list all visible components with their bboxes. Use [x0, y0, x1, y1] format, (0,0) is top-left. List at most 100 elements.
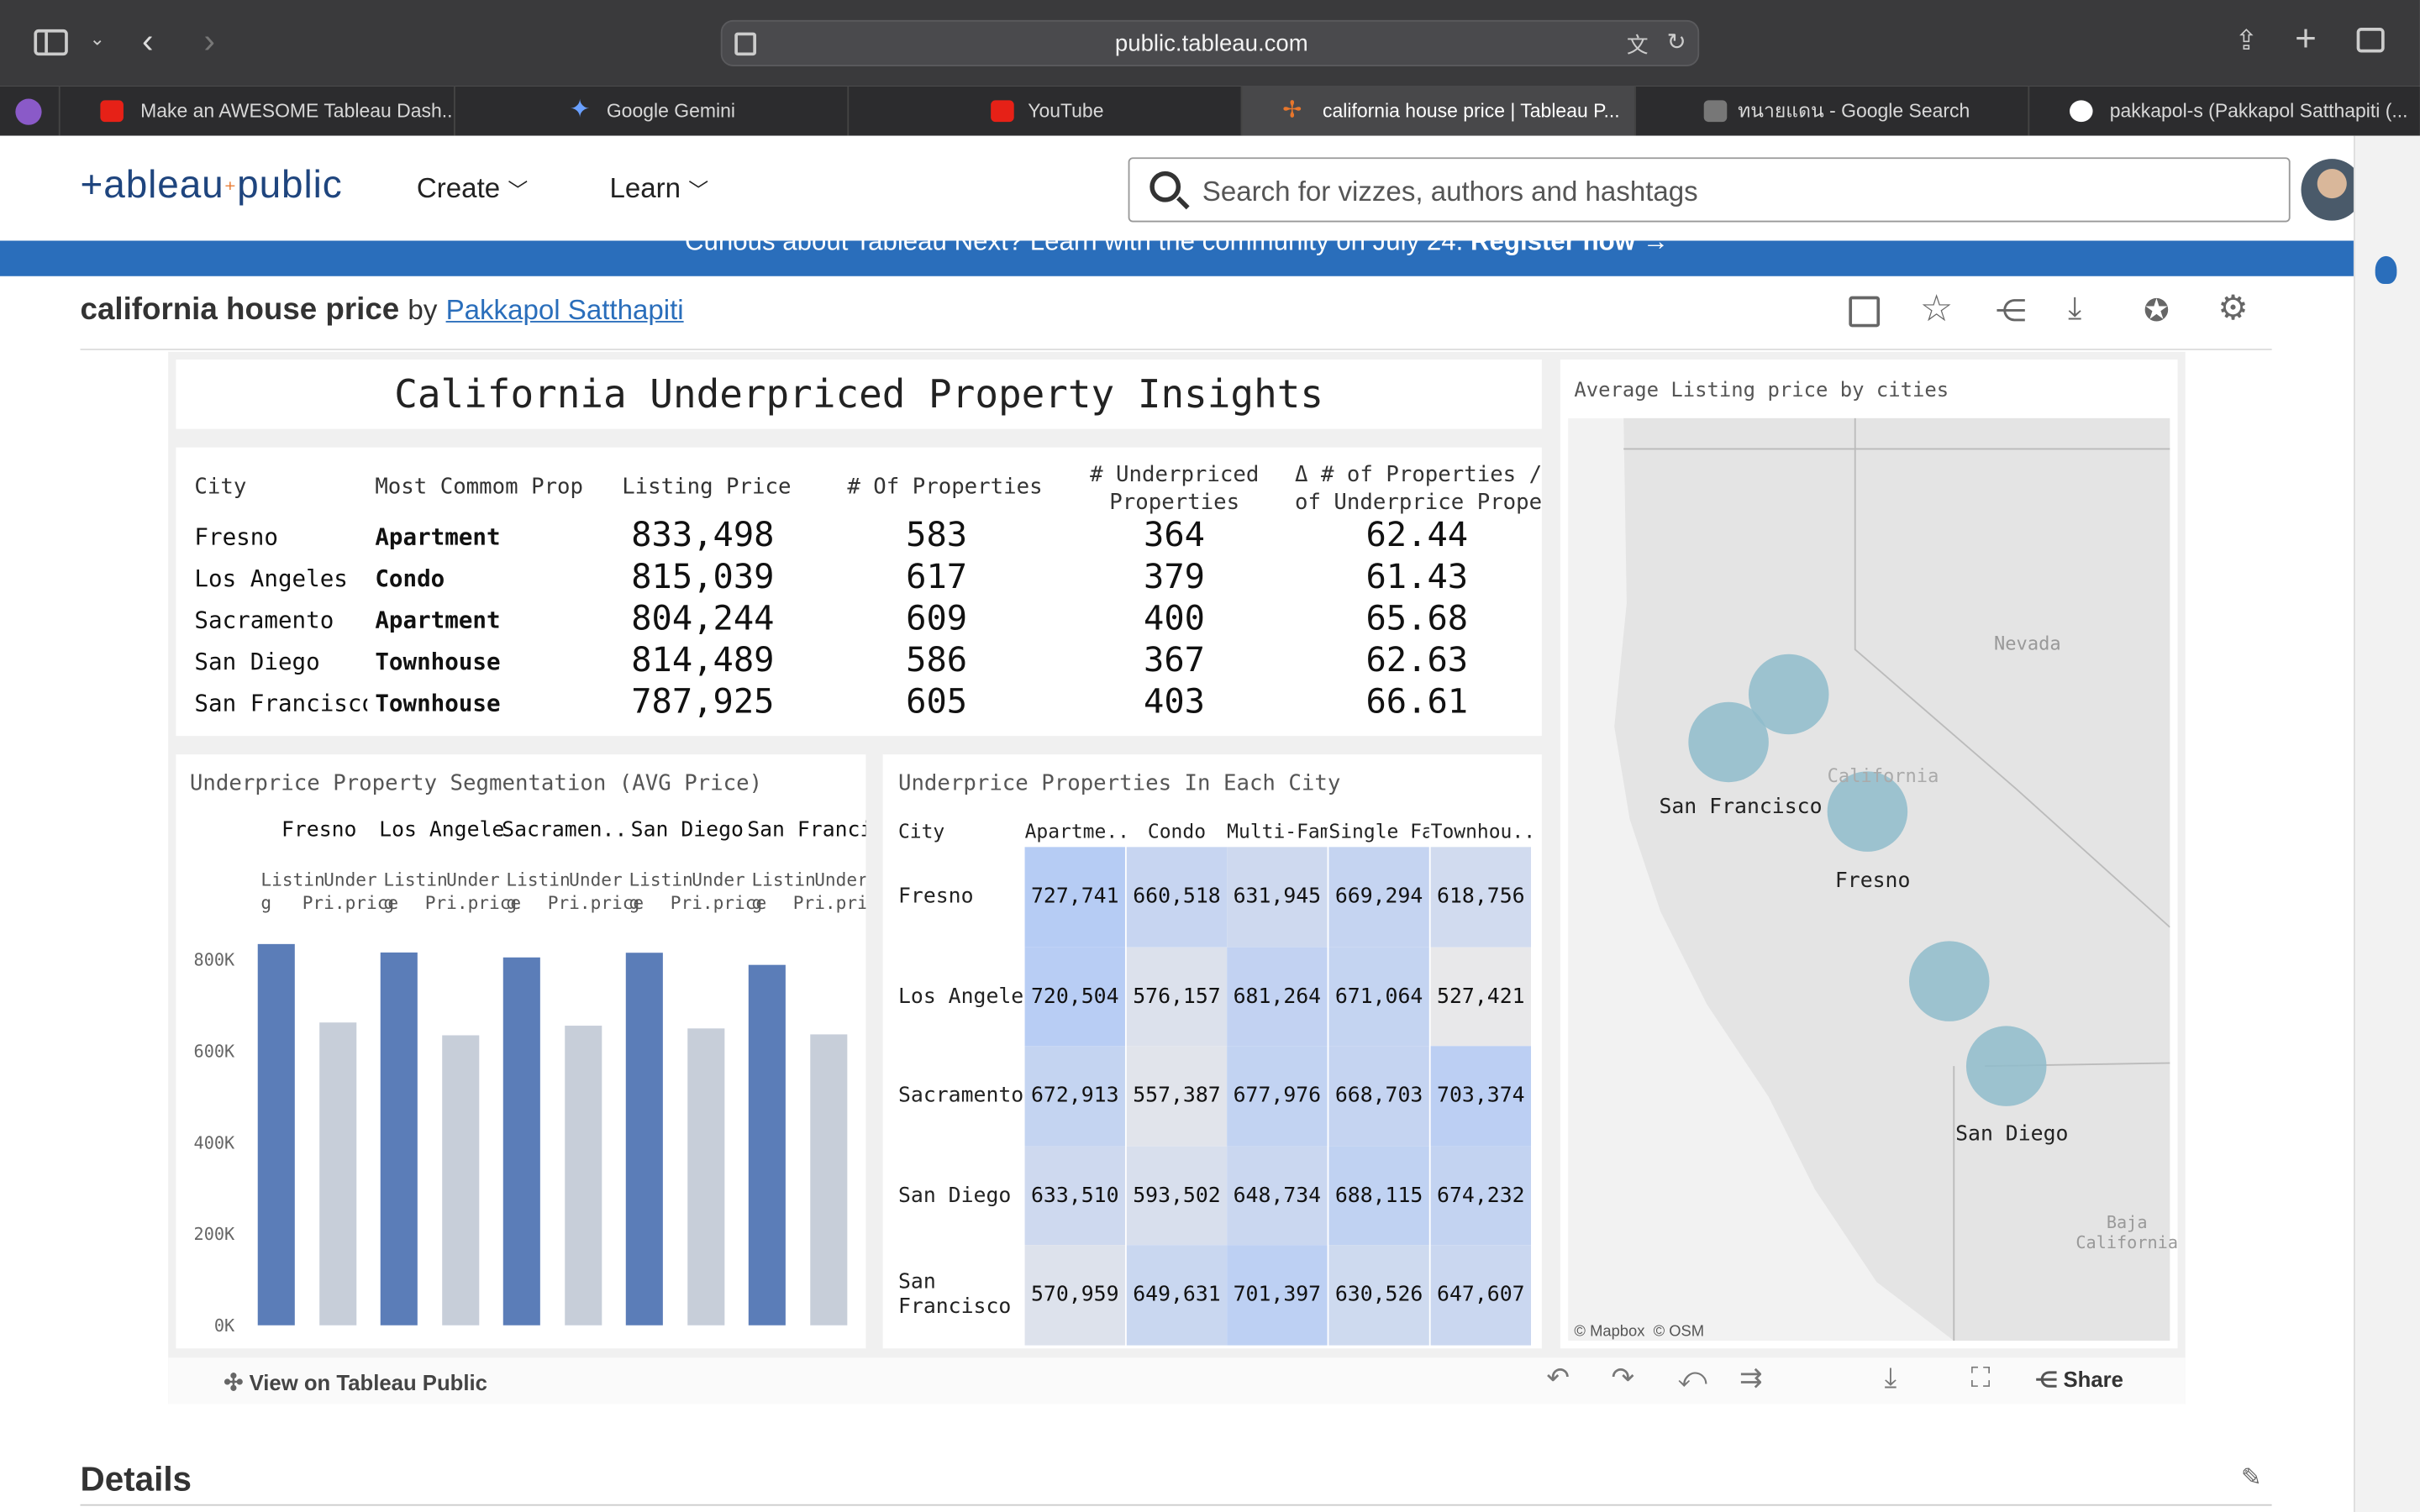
- share-network-icon[interactable]: ⋲: [1996, 291, 2027, 330]
- bar-listing[interactable]: [748, 964, 786, 1326]
- bar-underprice[interactable]: [319, 1022, 357, 1326]
- bar-listing[interactable]: [502, 957, 540, 1326]
- row-city: San Francisco: [194, 690, 368, 718]
- heatmap-cell[interactable]: 648,734: [1227, 1145, 1328, 1246]
- seg-sub-label: g: [629, 892, 639, 913]
- heatmap-cell[interactable]: 727,741: [1024, 847, 1125, 947]
- bar-underprice[interactable]: [687, 1028, 725, 1326]
- heatmap-cell[interactable]: 649,631: [1126, 1245, 1228, 1345]
- view-on-tableau-public[interactable]: ✣ View on Tableau Public: [224, 1368, 487, 1396]
- tab-0[interactable]: Make an AWESOME Tableau Dash...: [58, 86, 454, 136]
- bar-listing[interactable]: [257, 943, 295, 1326]
- tab-label: Make an AWESOME Tableau Dash...: [140, 100, 454, 123]
- fullscreen-icon[interactable]: ⛶: [1970, 1362, 1990, 1395]
- bar-underprice[interactable]: [810, 1034, 848, 1326]
- tab-1[interactable]: ✦ Google Gemini: [453, 86, 847, 136]
- tab-overview-icon[interactable]: [2356, 28, 2385, 53]
- sidebar-toggle-icon[interactable]: [34, 29, 68, 56]
- heatmap-cell[interactable]: 527,421: [1430, 946, 1532, 1047]
- tab-2[interactable]: YouTube: [847, 86, 1240, 136]
- compare-icon[interactable]: [1849, 296, 1881, 328]
- heatmap-cell[interactable]: 677,976: [1227, 1046, 1328, 1146]
- heatmap-cell[interactable]: 576,157: [1126, 946, 1228, 1047]
- heatmap-cell[interactable]: 701,397: [1227, 1245, 1328, 1345]
- nav-learn[interactable]: Learn ﹀: [609, 173, 708, 206]
- seg-city-label: San Franci: [747, 816, 865, 841]
- edit-pencil-icon[interactable]: ✎: [2241, 1462, 2262, 1494]
- bar-listing[interactable]: [625, 953, 663, 1326]
- browser-toolbar: ⌄ ‹ › public.tableau.com 文 ↻ ⇪ +: [0, 0, 2420, 87]
- forward-icon[interactable]: ›: [203, 22, 214, 62]
- share-icon[interactable]: ⇪: [2235, 24, 2259, 57]
- heatmap-cell[interactable]: 720,504: [1024, 946, 1125, 1047]
- announcement-banner[interactable]: Curious about Tableau Next? Learn with t…: [0, 240, 2354, 276]
- city-bubble-san-francisco[interactable]: [1688, 701, 1769, 783]
- banner-link[interactable]: Register now →: [1470, 241, 1669, 256]
- map-attribution[interactable]: © Mapbox © OSM: [1574, 1324, 1704, 1341]
- seg-sub-label: Pri.price: [793, 892, 866, 913]
- bar-underprice[interactable]: [565, 1026, 602, 1326]
- heatmap-cell[interactable]: 672,913: [1024, 1046, 1125, 1146]
- seg-sub-label: Listin: [506, 869, 570, 890]
- search-box[interactable]: Search for vizzes, authors and hashtags: [1128, 157, 2291, 223]
- heatmap-cell[interactable]: 671,064: [1328, 946, 1429, 1047]
- nav-create[interactable]: Create ﹀: [417, 173, 528, 206]
- favorite-icon[interactable]: ☆: [1920, 287, 1954, 332]
- redo-icon[interactable]: ↷: [1612, 1362, 1635, 1395]
- settings-gear-icon[interactable]: ⚙: [2217, 288, 2248, 328]
- seg-chart-svg: 0K200K400K600K800KFresnoListingUnderPri.…: [194, 816, 866, 1336]
- heatmap-cell[interactable]: 570,959: [1024, 1245, 1125, 1345]
- search-input[interactable]: Search for vizzes, authors and hashtags: [1202, 176, 1698, 208]
- back-icon[interactable]: ‹: [142, 22, 153, 62]
- heatmap-cell[interactable]: 660,518: [1126, 847, 1228, 947]
- download-icon[interactable]: ⤓: [2068, 291, 2081, 327]
- new-tab-icon[interactable]: +: [2295, 18, 2317, 61]
- address-bar[interactable]: public.tableau.com 文 ↻: [720, 19, 1700, 66]
- download-menu-icon[interactable]: ⤓: [1885, 1362, 1897, 1395]
- heatmap-cell[interactable]: 647,607: [1430, 1245, 1532, 1345]
- seg-sub-label: g: [751, 892, 762, 913]
- banner-text: Curious about Tableau Next? Learn with t…: [685, 240, 1464, 256]
- refresh-icon[interactable]: ⇉: [1739, 1362, 1763, 1395]
- heatmap-col-header: Multi-Fam: [1227, 819, 1328, 843]
- tableau-logo-icon: ✣: [224, 1369, 244, 1397]
- heatmap-cell[interactable]: 630,526: [1328, 1245, 1429, 1345]
- search-icon: [1150, 171, 1181, 202]
- chevron-down-icon[interactable]: ⌄: [90, 28, 105, 50]
- translate-icon[interactable]: 文: [1627, 29, 1649, 60]
- lightbulb-icon[interactable]: [2375, 255, 2397, 284]
- bar-listing[interactable]: [380, 952, 418, 1326]
- tab-5[interactable]: pakkapol-s (Pakkapol Satthapiti (...: [2028, 86, 2420, 136]
- heatmap-cell[interactable]: 557,387: [1126, 1046, 1228, 1146]
- heatmap-cell[interactable]: 681,264: [1227, 946, 1328, 1047]
- heatmap-cell[interactable]: 593,502: [1126, 1145, 1228, 1246]
- summary-table[interactable]: City Most Commom Prop Listing Price # Of…: [176, 447, 1542, 737]
- heatmap-cell[interactable]: 669,294: [1328, 847, 1429, 947]
- city-bubble-los-angeles[interactable]: [1908, 941, 1990, 1021]
- author-link[interactable]: Pakkapol Satthapiti: [446, 295, 684, 326]
- city-bubble-san-diego[interactable]: [1965, 1026, 2047, 1106]
- heatmap-cell[interactable]: 618,756: [1430, 847, 1532, 947]
- heatmap-cell[interactable]: 674,232: [1430, 1145, 1532, 1246]
- right-rail: [2353, 135, 2420, 1512]
- badge-icon[interactable]: ✪: [2144, 291, 2170, 330]
- undo-icon[interactable]: ↶: [1546, 1362, 1570, 1395]
- bar-underprice[interactable]: [442, 1035, 480, 1326]
- heatmap-cell[interactable]: 633,510: [1024, 1145, 1125, 1246]
- segmentation-chart-panel[interactable]: Underprice Property Segmentation (AVG Pr…: [176, 754, 866, 1349]
- tableau-public-logo[interactable]: +ableau⁺public: [81, 164, 343, 208]
- heatmap-cell[interactable]: 631,945: [1227, 847, 1328, 947]
- reload-icon[interactable]: ↻: [1667, 28, 1686, 55]
- tab-3[interactable]: ✢ california house price | Tableau P...: [1240, 86, 1635, 136]
- heatmap-panel[interactable]: Underprice Properties In Each City City A…: [882, 754, 1542, 1349]
- divider: [80, 349, 2272, 350]
- map-panel[interactable]: Average Listing price by cities Nevada C…: [1560, 359, 2179, 1349]
- heatmap-cell[interactable]: 703,374: [1430, 1046, 1532, 1146]
- revert-icon[interactable]: ⤺: [1677, 1362, 1707, 1395]
- tab-4[interactable]: ทนายแดน - Google Search: [1634, 86, 2028, 136]
- share-button[interactable]: ⋲ Share: [2036, 1367, 2123, 1393]
- heatmap-cell[interactable]: 688,115: [1328, 1145, 1429, 1246]
- heatmap-cell[interactable]: 668,703: [1328, 1046, 1429, 1146]
- map-label-baja: Baja California: [2075, 1212, 2179, 1253]
- tab-group-icon[interactable]: [15, 98, 42, 125]
